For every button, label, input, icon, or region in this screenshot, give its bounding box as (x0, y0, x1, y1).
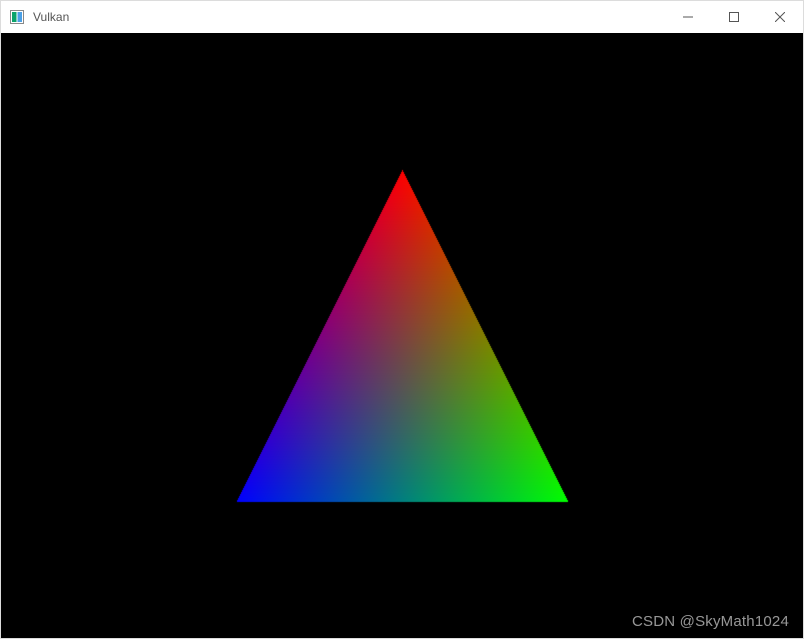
app-icon (9, 9, 25, 25)
maximize-button[interactable] (711, 1, 757, 33)
triangle-canvas (1, 33, 803, 638)
close-button[interactable] (757, 1, 803, 33)
render-viewport: CSDN @SkyMath1024 (1, 33, 803, 638)
window-titlebar[interactable]: Vulkan (1, 1, 803, 33)
watermark-text: CSDN @SkyMath1024 (632, 613, 789, 630)
minimize-button[interactable] (665, 1, 711, 33)
window-title: Vulkan (33, 10, 665, 24)
window-controls (665, 1, 803, 33)
